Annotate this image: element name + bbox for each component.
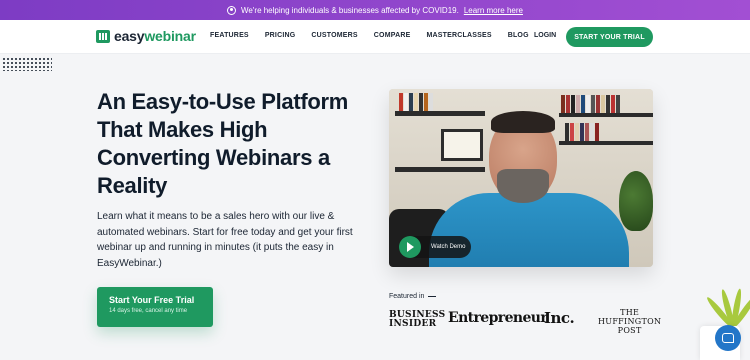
featured-in-label: Featured in	[389, 293, 437, 300]
hero-subtext: Learn what it means to be a sales hero w…	[97, 211, 353, 269]
main-menu: FEATURES PRICING CUSTOMERS COMPARE MASTE…	[210, 32, 529, 39]
bookshelf-books	[399, 93, 433, 111]
inc-logo: Inc.	[544, 309, 575, 327]
bookshelf	[395, 111, 485, 116]
watch-demo-button[interactable]: Watch Demo	[399, 236, 471, 258]
nav-pricing[interactable]: PRICING	[265, 32, 296, 39]
plant	[619, 171, 653, 231]
right-shelf-2	[559, 141, 653, 145]
business-insider-logo: BUSINESS INSIDER	[389, 310, 446, 329]
learn-more-link[interactable]: Learn more here	[464, 6, 523, 15]
logo-text: easywebinar	[114, 28, 196, 44]
free-trial-title: Start Your Free Trial	[109, 295, 195, 305]
presenter-hair	[491, 111, 555, 133]
banner-message: We're helping individuals & businesses a…	[241, 5, 459, 15]
right-shelf	[559, 113, 653, 117]
nav-customers[interactable]: CUSTOMERS	[311, 32, 357, 39]
chat-widget-button[interactable]	[715, 325, 741, 351]
top-navigation: easywebinar FEATURES PRICING CUSTOMERS C…	[0, 20, 750, 54]
covid-banner: We're helping individuals & businesses a…	[0, 0, 750, 20]
start-trial-button[interactable]: START YOUR TRIAL	[566, 27, 653, 47]
nav-masterclasses[interactable]: MASTERCLASSES	[426, 32, 491, 39]
play-icon	[399, 236, 421, 258]
hero-headline: An Easy-to-Use Platform That Makes High …	[97, 89, 349, 198]
virus-icon	[227, 5, 237, 15]
chat-icon	[722, 333, 734, 343]
featured-in-text: Featured in	[389, 293, 425, 300]
right-shelf-books	[561, 95, 620, 113]
nav-compare[interactable]: COMPARE	[374, 32, 411, 39]
login-link[interactable]: LOGIN	[534, 32, 556, 39]
logo-mark-icon	[96, 29, 110, 43]
bookshelf-lower	[395, 167, 485, 172]
free-trial-button[interactable]: Start Your Free Trial 14 days free, canc…	[97, 287, 213, 327]
huffington-post-logo: THE HUFFINGTON POST	[598, 308, 662, 335]
nav-features[interactable]: FEATURES	[210, 32, 249, 39]
easywebinar-logo[interactable]: easywebinar	[96, 28, 196, 44]
right-shelf-books-2	[565, 123, 599, 141]
featured-divider	[428, 296, 437, 297]
entrepreneur-logo: Entrepreneur	[448, 310, 548, 326]
demo-video[interactable]: Watch Demo	[389, 89, 653, 267]
nav-blog[interactable]: BLOG	[508, 32, 529, 39]
free-trial-subtitle: 14 days free, cancel any time	[109, 308, 188, 314]
framed-certificate	[441, 129, 483, 161]
watch-demo-label: Watch Demo	[431, 244, 466, 250]
presenter-beard	[497, 169, 549, 203]
decorative-dot-grid	[2, 57, 52, 71]
